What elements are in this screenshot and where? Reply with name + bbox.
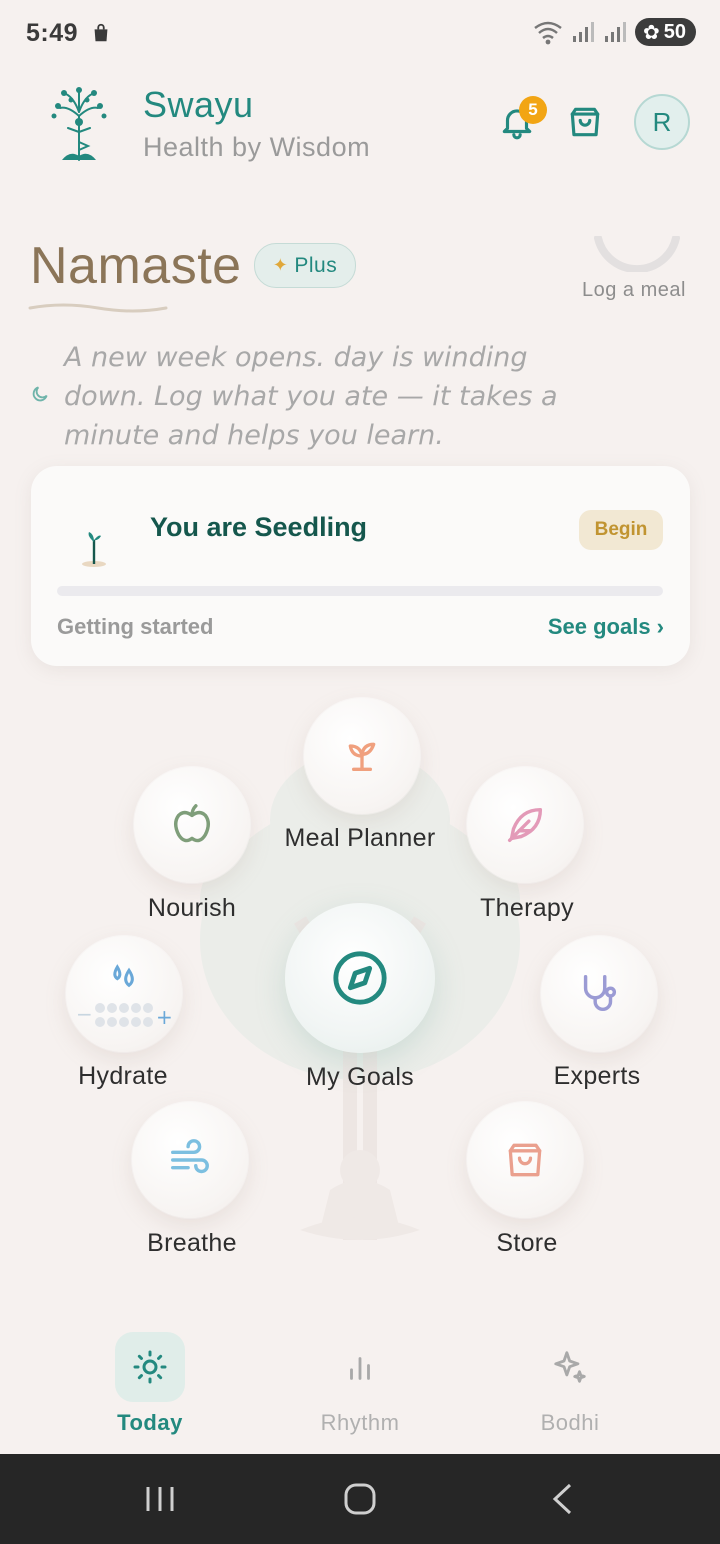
experts-label[interactable]: Experts	[487, 1062, 707, 1091]
wifi-icon	[534, 21, 562, 45]
water-drops-icon	[113, 964, 134, 988]
hydrate-button[interactable]	[66, 936, 182, 1052]
meal-progress-ring-icon[interactable]	[594, 236, 680, 272]
bottom-navigation: Today Rhythm Bodhi	[0, 1320, 720, 1454]
tab-today-label: Today	[117, 1410, 183, 1435]
meal-planner-label[interactable]: Meal Planner	[250, 824, 470, 853]
nourish-button[interactable]	[134, 767, 250, 883]
battery-leaf-icon: ✿	[642, 21, 660, 44]
tab-today[interactable]: Today	[80, 1332, 220, 1436]
greeting-title: Namaste	[30, 237, 242, 295]
back-button[interactable]	[512, 1454, 612, 1544]
recent-apps-icon	[146, 1487, 174, 1511]
plus-badge-label: Plus	[294, 253, 338, 277]
log-meal-link[interactable]: Log a meal	[582, 279, 686, 302]
breathe-button[interactable]	[132, 1102, 248, 1218]
signal-icon	[572, 22, 594, 42]
wind-icon	[171, 1139, 209, 1174]
sun-icon	[133, 1350, 167, 1384]
experts-button[interactable]	[541, 936, 657, 1052]
therapy-label[interactable]: Therapy	[417, 894, 637, 923]
meal-planner-button[interactable]	[304, 698, 420, 814]
swayu-tree-logo-icon	[51, 87, 107, 161]
system-navigation-bar	[0, 1454, 720, 1544]
app-header: Swayu Health by Wisdom 5 R	[0, 82, 720, 182]
my-goals-button[interactable]	[285, 903, 435, 1053]
stethoscope-icon	[583, 975, 617, 1011]
shopping-bag-icon	[570, 107, 600, 137]
brand-name: Swayu	[143, 84, 254, 125]
feather-icon	[507, 807, 543, 843]
compass-icon	[333, 951, 387, 1005]
profile-avatar[interactable]: R	[634, 94, 690, 150]
breathe-label[interactable]: Breathe	[82, 1229, 302, 1258]
greeting-message: A new week opens. day is winding down. L…	[64, 342, 558, 451]
therapy-button[interactable]	[467, 767, 583, 883]
status-bar: 5:49 ✿ 50	[0, 0, 720, 66]
tab-rhythm-icon-wrap	[325, 1332, 395, 1402]
tab-bodhi[interactable]: Bodhi	[500, 1332, 640, 1436]
tab-bodhi-label: Bodhi	[540, 1410, 600, 1435]
level-progress-track	[57, 586, 663, 596]
plus-membership-badge[interactable]: ✦ Plus	[254, 243, 356, 288]
sprout-icon	[82, 532, 106, 567]
battery-level: 50	[663, 20, 686, 43]
bar-chart-icon	[350, 1357, 370, 1380]
notification-count-badge: 5	[519, 96, 547, 124]
home-icon	[344, 1483, 376, 1515]
back-chevron-icon	[552, 1483, 572, 1515]
sparkles-icon	[554, 1351, 586, 1383]
tab-rhythm-label: Rhythm	[320, 1410, 400, 1435]
my-goals-label[interactable]: My Goals	[250, 1063, 470, 1092]
sparkle-icon: ✦	[272, 255, 289, 275]
recent-apps-button[interactable]	[110, 1454, 210, 1544]
cart-button[interactable]	[563, 100, 607, 144]
tab-today-icon-wrap	[115, 1332, 185, 1402]
brand-tagline: Health by Wisdom	[143, 132, 371, 162]
level-title: You are Seedling	[150, 512, 368, 542]
nourish-label[interactable]: Nourish	[82, 894, 302, 923]
status-icons: ✿ 50	[533, 18, 696, 46]
seedling-level-card[interactable]: You are Seedling Begin Getting started S…	[31, 466, 690, 666]
battery-indicator: ✿ 50	[634, 18, 696, 46]
tab-bodhi-icon-wrap	[535, 1332, 605, 1402]
level-badge: Begin	[579, 510, 663, 550]
home-button[interactable]	[310, 1454, 410, 1544]
shopping-bag-notification-icon	[94, 23, 108, 42]
see-goals-link[interactable]: See goals ›	[548, 614, 664, 640]
level-status: Getting started	[57, 614, 214, 639]
svg-text:+: +	[156, 1005, 173, 1029]
svg-text:−: −	[76, 1002, 93, 1026]
tab-rhythm[interactable]: Rhythm	[290, 1332, 430, 1436]
store-button[interactable]	[467, 1102, 583, 1218]
status-time: 5:49	[26, 18, 79, 47]
greeting-underline-decoration	[28, 303, 168, 313]
store-label[interactable]: Store	[417, 1229, 637, 1258]
apple-icon	[173, 804, 211, 843]
hydrate-label[interactable]: Hydrate	[13, 1062, 233, 1091]
seedling-icon	[348, 742, 376, 771]
moon-icon	[32, 386, 48, 402]
signal-icon-2	[604, 22, 626, 42]
hydrate-glasses-stepper[interactable]: − +	[76, 1000, 174, 1030]
shopping-bag-icon	[508, 1143, 542, 1177]
